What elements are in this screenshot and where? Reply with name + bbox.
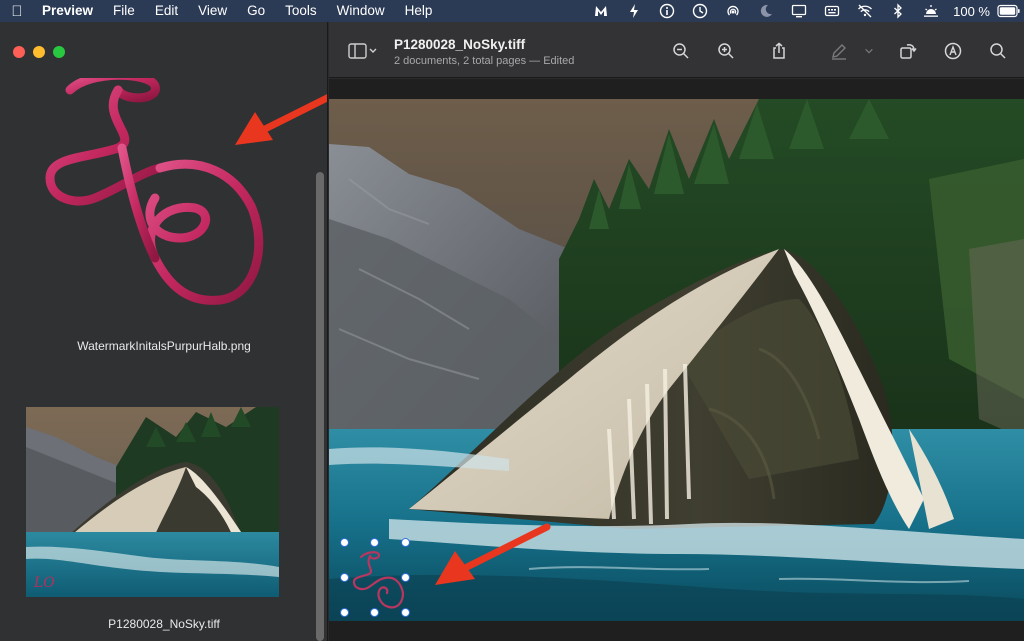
- zoom-window-button[interactable]: [53, 46, 65, 58]
- sidebar-toggle-button[interactable]: [345, 40, 379, 62]
- apple-menu-icon[interactable]: : [0, 3, 34, 20]
- document-image[interactable]: [329, 99, 1024, 621]
- wifi-off-icon[interactable]: [848, 0, 881, 22]
- menu-bar:  Preview File Edit View Go Tools Window…: [0, 0, 1024, 22]
- airdrop-icon[interactable]: [716, 0, 749, 22]
- resize-handle-top-right[interactable]: [401, 538, 410, 547]
- status-area: 100 %: [584, 0, 1024, 22]
- document-canvas: [329, 79, 1024, 641]
- menu-app-preview[interactable]: Preview: [34, 0, 103, 22]
- resize-handle-right[interactable]: [401, 573, 410, 582]
- svg-text:LO: LO: [33, 575, 55, 591]
- minimize-window-button[interactable]: [33, 46, 45, 58]
- zoom-in-button[interactable]: [715, 40, 737, 62]
- rotate-button[interactable]: [897, 40, 919, 62]
- annotation-arrow-bottom: [435, 523, 551, 585]
- preview-window: WatermarkInitalsPurpurHalb.png LO P12800…: [0, 22, 1024, 641]
- thumbnail-label-watermark: WatermarkInitalsPurpurHalb.png: [77, 339, 251, 353]
- bluetooth-icon[interactable]: [881, 0, 914, 22]
- resize-handle-top[interactable]: [370, 538, 379, 547]
- thumbnail-label-photo: P1280028_NoSky.tiff: [108, 617, 220, 631]
- markup-toolbar-button[interactable]: [942, 40, 964, 62]
- search-icon[interactable]: [987, 40, 1009, 62]
- brightness-icon[interactable]: [914, 0, 947, 22]
- markup-pen-button[interactable]: [828, 40, 850, 62]
- close-window-button[interactable]: [13, 46, 25, 58]
- time-machine-icon[interactable]: [683, 0, 716, 22]
- window-toolbar: P1280028_NoSky.tiff 2 documents, 2 total…: [329, 22, 1024, 78]
- resize-handle-top-left[interactable]: [340, 538, 349, 547]
- menu-view[interactable]: View: [188, 0, 237, 22]
- menu-window[interactable]: Window: [327, 0, 395, 22]
- resize-handle-bottom[interactable]: [370, 608, 379, 617]
- resize-handle-bottom-right[interactable]: [401, 608, 410, 617]
- annotation-arrow-top: [235, 94, 327, 145]
- info-icon[interactable]: [650, 0, 683, 22]
- display-icon[interactable]: [782, 0, 815, 22]
- thumbnail-sidebar: WatermarkInitalsPurpurHalb.png LO P12800…: [0, 22, 328, 641]
- document-title: P1280028_NoSky.tiff: [394, 37, 526, 52]
- sidebar-scrollbar[interactable]: [316, 172, 324, 641]
- battery-percent[interactable]: 100 %: [947, 4, 994, 19]
- moon-icon[interactable]: [749, 0, 782, 22]
- watermark-selection[interactable]: [340, 538, 410, 617]
- menu-tools[interactable]: Tools: [275, 0, 327, 22]
- battery-icon[interactable]: [994, 0, 1024, 22]
- dollar-app-icon[interactable]: [617, 0, 650, 22]
- thumbnail-photo[interactable]: LO: [26, 407, 279, 597]
- menu-edit[interactable]: Edit: [145, 0, 188, 22]
- menu-file[interactable]: File: [103, 0, 145, 22]
- keyboard-icon[interactable]: [815, 0, 848, 22]
- watermark-overlay-image: [352, 551, 405, 609]
- resize-handle-bottom-left[interactable]: [340, 608, 349, 617]
- share-button[interactable]: [768, 40, 790, 62]
- zoom-out-button[interactable]: [670, 40, 692, 62]
- menu-go[interactable]: Go: [237, 0, 275, 22]
- landscape-thumbnail-image: LO: [26, 407, 279, 597]
- malwarebytes-icon[interactable]: [584, 0, 617, 22]
- document-subtitle: 2 documents, 2 total pages — Edited: [394, 55, 575, 67]
- resize-handle-left[interactable]: [340, 573, 349, 582]
- markup-dropdown-chevron-icon[interactable]: [862, 40, 876, 62]
- menu-help[interactable]: Help: [395, 0, 443, 22]
